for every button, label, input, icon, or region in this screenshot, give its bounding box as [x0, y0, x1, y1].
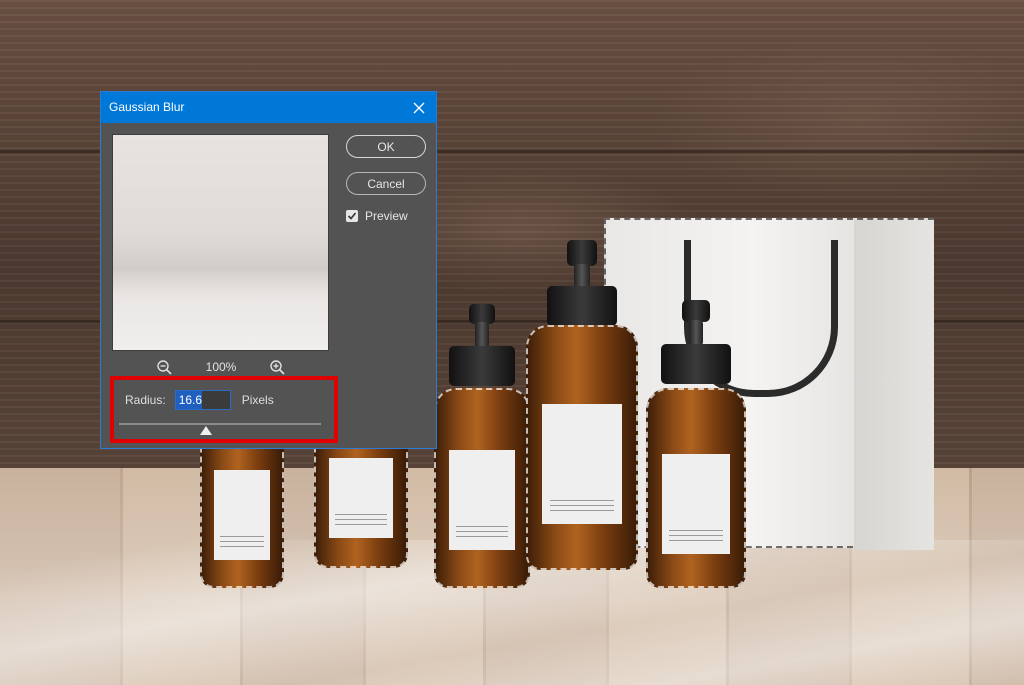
- zoom-level: 100%: [205, 360, 237, 374]
- bottle: [434, 300, 530, 588]
- bottle-sprayer: [682, 300, 710, 322]
- bottle: [646, 298, 746, 588]
- blur-preview-area[interactable]: [112, 134, 329, 351]
- bottle-cap: [547, 286, 617, 326]
- bottle-sprayer: [567, 240, 597, 266]
- zoom-in-icon: [270, 360, 285, 375]
- zoom-in-button[interactable]: [269, 359, 287, 377]
- bag-side: [854, 220, 934, 550]
- ok-button[interactable]: OK: [346, 135, 426, 158]
- bottle-sprayer: [469, 304, 495, 324]
- preview-label: Preview: [365, 209, 408, 223]
- bottle-nozzle: [689, 320, 703, 346]
- radius-highlight-box: [110, 376, 338, 443]
- bottle-label: [214, 470, 270, 560]
- bottle-label: [329, 458, 393, 538]
- bottle-nozzle: [475, 322, 489, 348]
- preview-checkbox-row[interactable]: Preview: [346, 208, 408, 224]
- bottle-label: [662, 454, 730, 554]
- zoom-out-icon: [157, 360, 172, 375]
- dialog-title: Gaussian Blur: [109, 100, 185, 114]
- bottle: [526, 238, 638, 570]
- bottle-cap: [449, 346, 515, 386]
- dialog-titlebar[interactable]: Gaussian Blur: [101, 92, 436, 123]
- zoom-out-button[interactable]: [156, 359, 174, 377]
- bottle-label: [542, 404, 622, 524]
- bottle-label: [449, 450, 515, 550]
- bottle-cap: [661, 344, 731, 384]
- cancel-button[interactable]: Cancel: [346, 172, 426, 195]
- check-icon: [347, 212, 357, 220]
- close-button[interactable]: [402, 92, 436, 123]
- preview-checkbox[interactable]: [346, 210, 358, 222]
- bottle-nozzle: [574, 264, 590, 288]
- close-icon: [413, 102, 425, 113]
